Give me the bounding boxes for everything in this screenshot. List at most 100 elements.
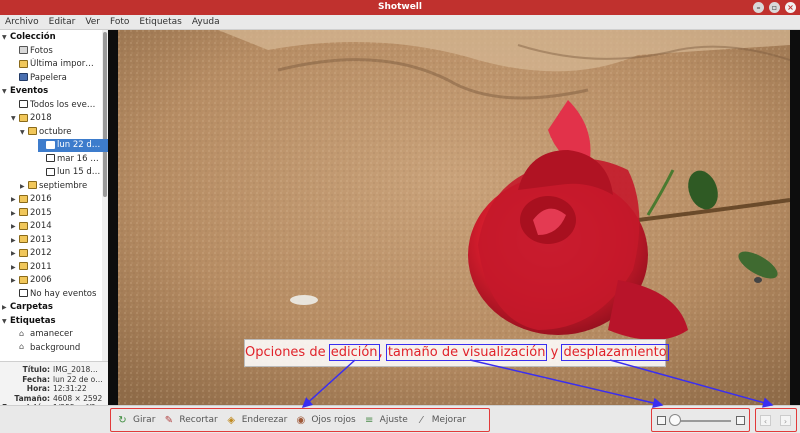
- zoom-out-icon[interactable]: [657, 416, 666, 425]
- menu-bar: Archivo Editar Ver Foto Etiquetas Ayuda: [0, 15, 800, 30]
- sidebar-item-15[interactable]: ▶ 2013: [11, 234, 108, 247]
- enderezar-button[interactable]: ◈ Enderezar: [224, 410, 294, 430]
- folder-icon: [19, 208, 28, 216]
- metadata-key: Título:: [22, 365, 50, 374]
- ajuste-button[interactable]: ≡ Ajuste: [362, 410, 414, 430]
- sidebar-item-label: mar 16 …: [57, 153, 99, 164]
- blank-icon: [19, 289, 28, 297]
- folder-icon: [19, 262, 28, 270]
- recortar-button[interactable]: ✎ Recortar: [161, 410, 223, 430]
- expander-icon[interactable]: ▶: [11, 247, 19, 260]
- edit-tools-group: ↻ Girar ✎ Recortar ◈ Enderezar ◉ Ojos rojos ≡ Aju…: [110, 408, 490, 432]
- menu-foto[interactable]: Foto: [110, 17, 129, 27]
- sidebar-section-21[interactable]: ▼ Etiquetas: [2, 315, 104, 328]
- sidebar-item-label: 2018: [30, 113, 52, 123]
- metadata-value: IMG_2018…: [53, 365, 98, 374]
- window-title: Shotwell: [378, 2, 422, 12]
- expander-icon[interactable]: ▶: [11, 261, 19, 274]
- sidebar-item-13[interactable]: ▶ 2015: [11, 207, 108, 220]
- folder-icon: [19, 221, 28, 230]
- metadata-row: Hora: 12:31:22: [0, 384, 108, 394]
- sidebar-item-label: 2014: [30, 221, 52, 231]
- sidebar-item-8[interactable]: lun 22 d…: [38, 139, 108, 152]
- expander-icon[interactable]: ▶: [11, 274, 19, 287]
- ojos-rojos-button[interactable]: ◉ Ojos rojos: [293, 410, 361, 430]
- close-button[interactable]: ×: [785, 2, 796, 13]
- expander-icon[interactable]: ▶: [11, 234, 19, 247]
- enhance-icon: ⁄: [420, 414, 423, 426]
- tag-icon: [19, 330, 28, 338]
- sidebar-item-label: Colección: [10, 32, 56, 42]
- annotation-callout: Opciones de edición, tamaño de visualiza…: [244, 339, 669, 367]
- sidebar-item-18[interactable]: ▶ 2006: [11, 274, 108, 287]
- blank-icon: [46, 154, 55, 162]
- callout-separator: ,: [378, 345, 387, 360]
- metadata-key: Hora:: [26, 384, 50, 393]
- menu-editar[interactable]: Editar: [49, 17, 76, 27]
- expander-icon[interactable]: ▶: [20, 180, 28, 193]
- rotate-icon: ↻: [118, 414, 127, 426]
- metadata-key: Tamaño:: [14, 393, 50, 403]
- sidebar-item-3[interactable]: Papelera: [11, 72, 108, 85]
- expander-icon[interactable]: ▶: [11, 193, 19, 206]
- girar-button[interactable]: ↻ Girar: [115, 410, 161, 430]
- zoom-slider-knob[interactable]: [669, 414, 682, 426]
- menu-ayuda[interactable]: Ayuda: [192, 17, 220, 27]
- sidebar-section-0[interactable]: ▼ Colección: [2, 31, 104, 44]
- metadata-value: 4608 × 2592: [53, 393, 103, 403]
- sidebar-item-1[interactable]: Fotos: [11, 45, 108, 58]
- sidebar-item-2[interactable]: Última impor…: [11, 58, 108, 71]
- menu-etiquetas[interactable]: Etiquetas: [139, 17, 181, 27]
- next-photo-button[interactable]: ›: [780, 415, 791, 426]
- sidebar-item-9[interactable]: mar 16 …: [38, 153, 108, 166]
- sidebar-item-label: amanecer: [30, 329, 73, 339]
- sidebar-item-19[interactable]: No hay eventos: [11, 288, 108, 301]
- window-controls: – ▫ ×: [753, 2, 796, 13]
- expander-icon[interactable]: ▼: [20, 126, 28, 139]
- expander-icon[interactable]: ▶: [11, 207, 19, 220]
- sidebar-item-11[interactable]: ▶ septiembre: [20, 180, 108, 193]
- folder-icon: [19, 275, 28, 284]
- sidebar-item-label: lun 15 d…: [57, 167, 101, 177]
- callout-text-part1: Opciones de: [245, 345, 330, 360]
- mejorar-button[interactable]: ⁄ Mejorar: [414, 410, 472, 430]
- expander-icon[interactable]: ▼: [11, 112, 19, 125]
- sidebar-item-12[interactable]: ▶ 2016: [11, 193, 108, 206]
- straighten-icon: ◈: [227, 414, 236, 426]
- sidebar-section-4[interactable]: ▼ Eventos: [2, 85, 104, 98]
- sidebar-item-16[interactable]: ▶ 2012: [11, 247, 108, 260]
- previous-photo-button[interactable]: ‹: [760, 415, 771, 426]
- sidebar-item-22[interactable]: amanecer: [11, 328, 108, 341]
- zoom-in-icon[interactable]: [736, 416, 745, 425]
- expander-icon[interactable]: ▶: [2, 301, 10, 314]
- expander-icon[interactable]: ▼: [2, 85, 10, 98]
- callout-tamano: tamaño de visualización: [385, 344, 548, 361]
- folder-icon: [19, 113, 28, 122]
- sidebar-item-23[interactable]: background: [11, 342, 108, 355]
- menu-archivo[interactable]: Archivo: [5, 17, 39, 27]
- toolbar-button-label: Recortar: [179, 415, 218, 425]
- sidebar-item-label: 2006: [30, 275, 52, 285]
- sidebar-item-7[interactable]: ▼ octubre: [20, 126, 108, 139]
- expander-icon[interactable]: ▼: [2, 31, 10, 44]
- sidebar-item-10[interactable]: lun 15 d…: [38, 166, 108, 179]
- metadata-row: Fecha: lun 22 de o…: [0, 375, 108, 385]
- sidebar-item-label: Última impor…: [30, 59, 94, 69]
- folder-icon: [19, 59, 28, 68]
- minimize-button[interactable]: –: [753, 2, 764, 13]
- sidebar-section-20[interactable]: ▶ Carpetas: [2, 301, 104, 314]
- sidebar-item-14[interactable]: ▶ 2014: [11, 220, 108, 233]
- sidebar-item-6[interactable]: ▼ 2018: [11, 112, 108, 125]
- maximize-button[interactable]: ▫: [769, 2, 780, 13]
- sidebar-item-label: 2016: [30, 194, 52, 204]
- expander-icon[interactable]: ▶: [11, 220, 19, 233]
- sidebar-item-5[interactable]: Todos los eve…: [11, 99, 108, 112]
- sidebar-item-label: lun 22 d…: [57, 140, 101, 150]
- metadata-value: 12:31:22: [53, 384, 87, 393]
- sidebar-item-17[interactable]: ▶ 2011: [11, 261, 108, 274]
- menu-ver[interactable]: Ver: [85, 17, 100, 27]
- toolbar-button-label: Ojos rojos: [311, 415, 356, 425]
- sidebar-item-label: No hay eventos: [30, 288, 97, 299]
- expander-icon[interactable]: ▼: [2, 315, 10, 328]
- photos-icon: [19, 46, 28, 54]
